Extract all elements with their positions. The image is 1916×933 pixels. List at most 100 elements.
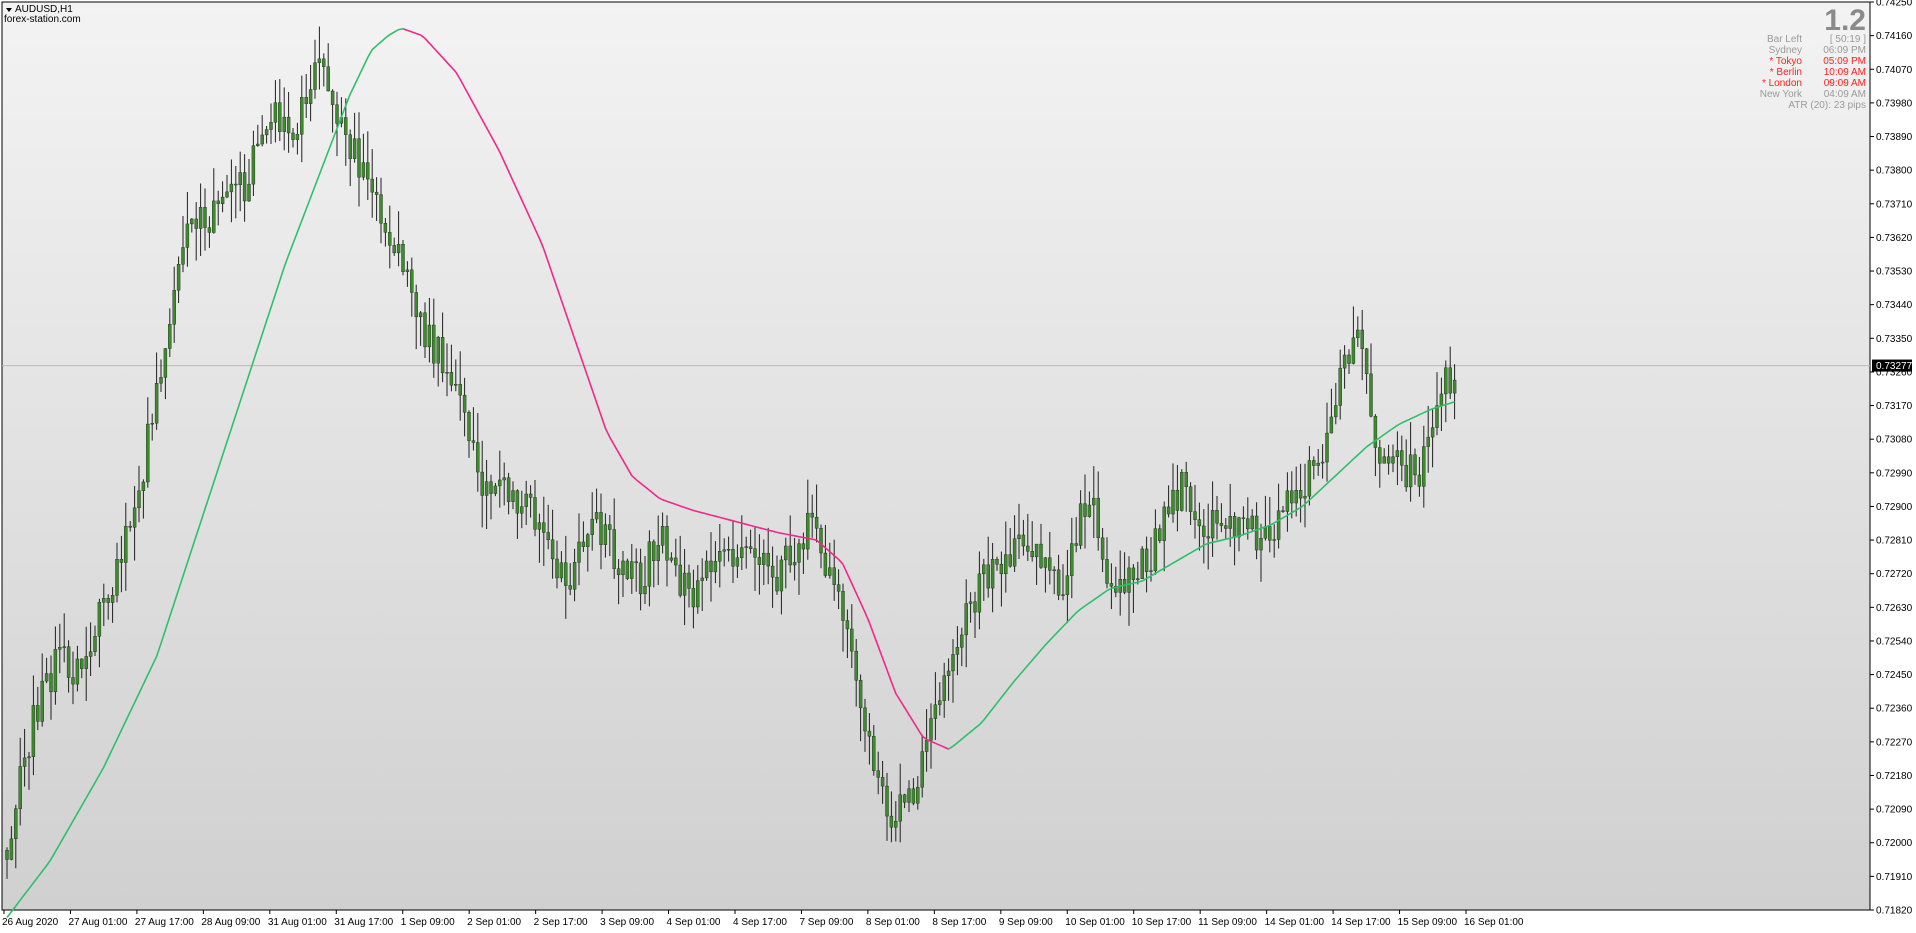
candle-body <box>1413 454 1417 476</box>
candle-body <box>669 557 674 561</box>
candle-body <box>1448 367 1452 394</box>
candle-body <box>106 598 110 603</box>
candle-body <box>326 66 330 92</box>
candle-body <box>220 196 225 204</box>
candle-body <box>115 559 119 596</box>
candle-body <box>612 529 616 569</box>
candle-body <box>836 584 841 592</box>
candle-body <box>1246 518 1250 530</box>
x-tick-label: 7 Sep 09:00 <box>799 917 853 928</box>
candle-body <box>876 770 880 778</box>
candle-body <box>1290 490 1294 504</box>
candle-body <box>757 557 762 565</box>
x-tick-label: 2 Sep 17:00 <box>534 917 588 928</box>
plot-area[interactable] <box>1 1 1871 911</box>
candle-body <box>18 766 22 809</box>
candle-body <box>955 647 960 655</box>
candle-body <box>1404 465 1408 488</box>
candle-body <box>1417 474 1422 487</box>
candle-body <box>713 561 718 573</box>
candle-body <box>1400 450 1404 466</box>
candle-body <box>1228 516 1232 529</box>
candle-body <box>889 815 894 828</box>
candle-body <box>766 552 770 567</box>
candle-body <box>62 646 66 648</box>
y-tick-label: 0.73980 <box>1876 98 1913 109</box>
candle-body <box>546 532 550 541</box>
candle-body <box>986 564 990 589</box>
candle-body <box>726 549 731 551</box>
candle-body <box>524 493 528 507</box>
candle-body <box>652 541 656 561</box>
y-tick-label: 0.74070 <box>1876 65 1913 76</box>
candle-body <box>1162 506 1166 541</box>
candle-body <box>212 200 216 233</box>
price-tag-label: 0.73277 <box>1876 361 1913 372</box>
y-tick-label: 0.72810 <box>1876 536 1913 547</box>
candle-body <box>1386 456 1391 464</box>
candle-body <box>383 223 388 233</box>
info-row-value: 04:09 AM <box>1824 89 1866 100</box>
candle-body <box>660 526 665 546</box>
candle-body <box>1272 539 1276 541</box>
candle-body <box>1184 472 1188 487</box>
candle-body <box>933 704 938 719</box>
candle-body <box>1351 337 1356 364</box>
price-chart[interactable]: 0.74250 0.74160 0.74070 0.73980 0.73890 0.738… <box>0 0 1916 933</box>
candle-body <box>234 183 238 186</box>
y-tick-label: 0.73170 <box>1876 401 1913 412</box>
candle-body <box>682 572 687 596</box>
candle-body <box>295 134 300 140</box>
candle-body <box>119 559 124 563</box>
candle-body <box>687 572 691 589</box>
candle-body <box>735 557 740 567</box>
candle-body <box>22 757 27 767</box>
candle-body <box>1026 545 1030 552</box>
candle-body <box>502 477 506 481</box>
candle-body <box>515 490 520 514</box>
candle-body <box>432 324 436 364</box>
candle-body <box>1206 536 1210 539</box>
y-tick-label: 0.73080 <box>1876 435 1913 446</box>
candle-body <box>775 576 779 592</box>
candle-body <box>84 656 88 669</box>
candle-body <box>788 545 792 566</box>
candle-body <box>256 143 260 146</box>
info-row-value: 06:09 PM <box>1823 45 1866 56</box>
candle-body <box>819 528 823 554</box>
candle-body <box>625 560 630 579</box>
candle-body <box>1149 570 1153 572</box>
candle-body <box>1171 489 1175 515</box>
candle-body <box>1342 354 1347 369</box>
candle-body <box>1219 523 1224 526</box>
candle-body <box>273 102 278 123</box>
candle-body <box>423 312 427 348</box>
candle-body <box>498 479 502 487</box>
candle-body <box>1188 486 1193 512</box>
candle-body <box>361 162 366 178</box>
candle-body <box>907 788 911 803</box>
candle-body <box>476 442 480 473</box>
candle-body <box>938 700 942 705</box>
candle-body <box>1439 393 1444 406</box>
candle-body <box>1382 456 1386 464</box>
candle-body <box>982 564 986 575</box>
candle-body <box>858 679 863 709</box>
y-tick-label: 0.73350 <box>1876 334 1913 345</box>
candle-body <box>159 377 163 384</box>
x-tick-label: 31 Aug 17:00 <box>334 917 393 928</box>
candle-body <box>1364 348 1369 375</box>
candle-body <box>1224 525 1228 529</box>
candle-body <box>1435 405 1439 428</box>
candle-body <box>616 568 621 576</box>
candle-body <box>242 172 247 202</box>
candle-body <box>880 777 885 787</box>
candle-body <box>1285 490 1290 512</box>
candle-body <box>1276 510 1281 540</box>
candle-body <box>1312 460 1316 466</box>
x-tick-label: 14 Sep 01:00 <box>1265 917 1325 928</box>
candle-body <box>405 269 410 272</box>
candle-body <box>410 269 414 293</box>
candle-body <box>863 707 867 732</box>
candle-body <box>1325 432 1329 463</box>
